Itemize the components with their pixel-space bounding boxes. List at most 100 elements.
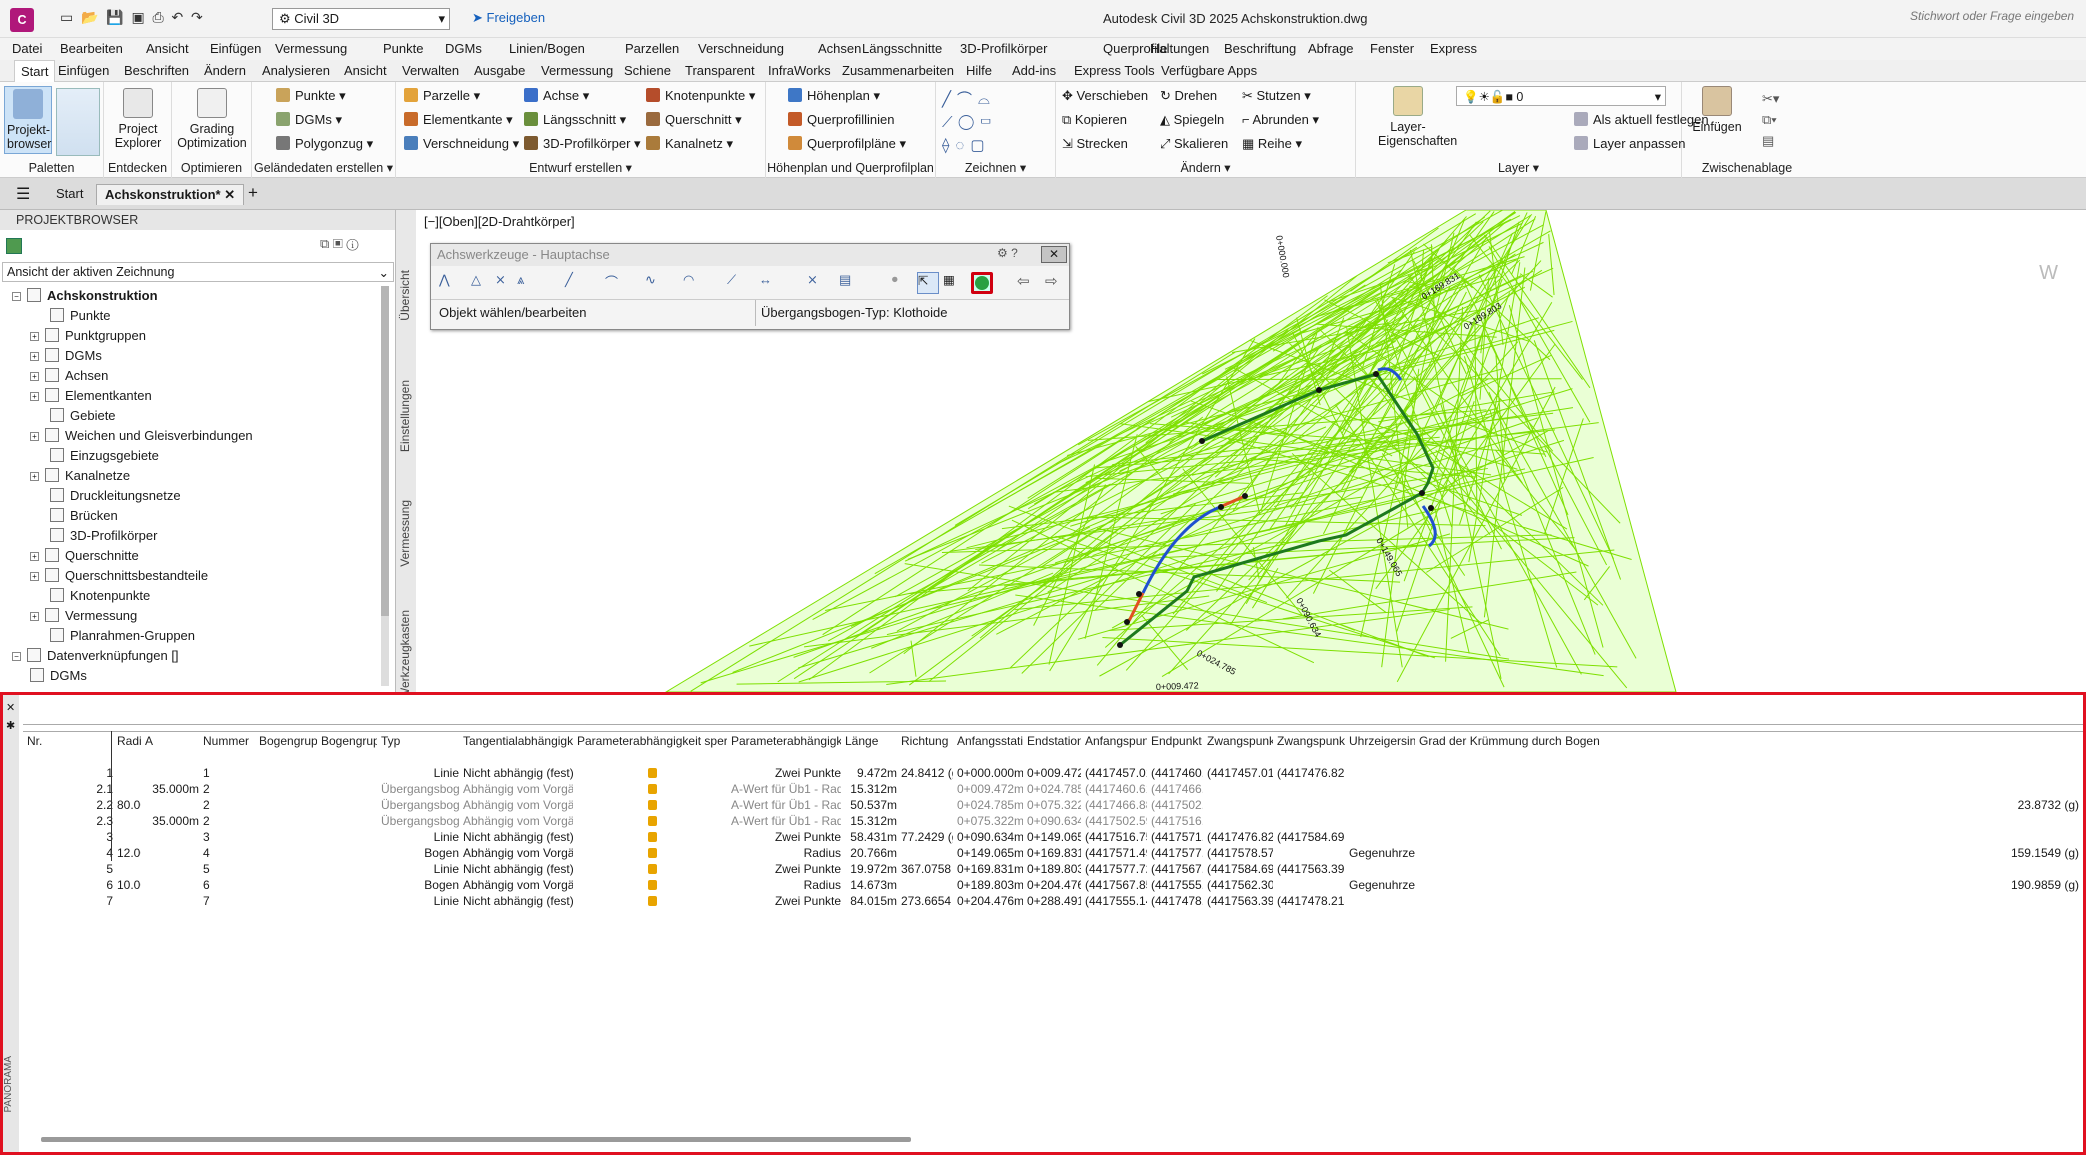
- ribbon-tab[interactable]: Add-ins: [1012, 63, 1056, 78]
- tree-item[interactable]: Planrahmen-Gruppen: [0, 626, 380, 646]
- table-cell[interactable]: [117, 781, 141, 797]
- menu-item[interactable]: Ansicht: [146, 41, 189, 56]
- tree-item[interactable]: + Punktgruppen: [0, 326, 380, 346]
- ribbon-tab[interactable]: Ändern: [204, 63, 246, 78]
- table-cell[interactable]: Radius: [731, 845, 841, 861]
- table-cell[interactable]: 7: [27, 893, 113, 909]
- table-cell[interactable]: [1277, 813, 1345, 829]
- table-cell[interactable]: 0+204.476m: [1027, 877, 1081, 893]
- profile-view-button[interactable]: Höhenplan ▾: [788, 88, 880, 104]
- table-cell[interactable]: 0+000.000m: [957, 765, 1023, 781]
- table-cell[interactable]: [1349, 813, 1415, 829]
- menu-item[interactable]: Bearbeiten: [60, 41, 123, 56]
- ribbon-points-button[interactable]: Punkte ▾: [276, 88, 346, 104]
- panel-title-entwurf[interactable]: Entwurf erstellen ▾: [396, 160, 765, 175]
- clipboard-tools[interactable]: ✂▾ ⧉▾ ▤: [1762, 88, 1792, 152]
- menu-item[interactable]: Achsen: [818, 41, 861, 56]
- fixed-spiral-icon[interactable]: ∿: [645, 272, 667, 294]
- column-header[interactable]: Länge: [845, 733, 897, 749]
- alignment-grid-view-icon[interactable]: [971, 272, 993, 294]
- table-cell[interactable]: 0+169.831m: [957, 861, 1023, 877]
- menu-item[interactable]: DGMs: [445, 41, 482, 56]
- lock-icon[interactable]: [577, 861, 727, 877]
- lock-icon[interactable]: [577, 781, 727, 797]
- table-cell[interactable]: 0+009.472m: [957, 781, 1023, 797]
- table-cell[interactable]: 2: [203, 797, 255, 813]
- table-cell[interactable]: A-Wert für Üb1 - Radius - A...: [731, 797, 841, 813]
- table-cell[interactable]: (4417476.827m,...: [1277, 765, 1345, 781]
- table-cell[interactable]: [259, 813, 317, 829]
- ribbon-tab[interactable]: Ausgabe: [474, 63, 525, 78]
- column-header[interactable]: Bogengruppe ...: [259, 733, 317, 749]
- edit-best-fit-icon[interactable]: ▤: [839, 272, 861, 294]
- table-cell[interactable]: 50.537m: [845, 797, 897, 813]
- column-header[interactable]: Nr.: [27, 733, 113, 749]
- menu-item[interactable]: Linien/Bogen: [509, 41, 585, 56]
- table-cell[interactable]: [1349, 829, 1415, 845]
- table-cell[interactable]: [1277, 781, 1345, 797]
- table-cell[interactable]: (4417577.728...: [1085, 861, 1147, 877]
- table-cell[interactable]: Übergangsbogen-B...: [381, 781, 459, 797]
- menu-item[interactable]: Fenster: [1370, 41, 1414, 56]
- table-cell[interactable]: [259, 765, 317, 781]
- table-cell[interactable]: [117, 813, 141, 829]
- ribbon-tab[interactable]: Express Tools: [1074, 63, 1155, 78]
- table-cell[interactable]: [1419, 893, 2079, 909]
- table-cell[interactable]: Linie: [381, 765, 459, 781]
- table-cell[interactable]: Übergangsbogen-B...: [381, 813, 459, 829]
- close-icon[interactable]: ✕: [6, 701, 15, 714]
- table-cell[interactable]: 0+009.472m: [1027, 765, 1081, 781]
- table-cell[interactable]: 80.000m: [117, 797, 141, 813]
- table-cell[interactable]: Abhängig vom Vorgänger un...: [463, 797, 573, 813]
- table-cell[interactable]: Abhängig vom Vorgänger un...: [463, 781, 573, 797]
- table-cell[interactable]: [1349, 861, 1415, 877]
- rotate-button[interactable]: ↻ Drehen: [1160, 88, 1217, 104]
- lock-icon[interactable]: [577, 877, 727, 893]
- intersection-button[interactable]: Knotenpunkte ▾: [646, 88, 755, 104]
- ribbon-tab[interactable]: Einfügen: [58, 63, 109, 78]
- table-cell[interactable]: (4417502.598...: [1085, 813, 1147, 829]
- column-header[interactable]: Radius: [117, 733, 141, 749]
- tree-item[interactable]: + Elementkanten: [0, 386, 380, 406]
- break-apart-icon[interactable]: ⩓: [517, 272, 539, 294]
- insert-pi-icon[interactable]: △: [471, 272, 493, 294]
- table-cell[interactable]: [1277, 877, 1345, 893]
- table-cell[interactable]: 2.3: [27, 813, 113, 829]
- table-cell[interactable]: 10.000m: [117, 877, 141, 893]
- table-cell[interactable]: [117, 829, 141, 845]
- save-as-icon[interactable]: ▣: [131, 9, 144, 25]
- tree-item[interactable]: + Querschnitte: [0, 546, 380, 566]
- panel-title-layer[interactable]: Layer ▾: [1356, 160, 1681, 175]
- table-row[interactable]: 3 3 Linie Nicht abhängig (fest) Zwei Punkte 5…: [23, 829, 2083, 845]
- table-cell[interactable]: 0+169.831m: [1027, 845, 1081, 861]
- mirror-button[interactable]: ◭ Spiegeln: [1160, 112, 1224, 128]
- doc-tab-start[interactable]: Start: [48, 184, 91, 203]
- table-cell[interactable]: 0+204.476m: [957, 893, 1023, 909]
- table-cell[interactable]: A-Wert für Üb1 - Radius - A...: [731, 813, 841, 829]
- table-row[interactable]: 2.1 35.000m2 Übergangsbogen-B...Abhängig v…: [23, 781, 2083, 797]
- ribbon-tab[interactable]: Vermessung: [541, 63, 613, 78]
- ribbon-traverse-button[interactable]: Polygonzug ▾: [276, 136, 373, 152]
- table-cell[interactable]: (4417502.5...: [1151, 797, 1203, 813]
- table-cell[interactable]: 0+189.803m: [957, 877, 1023, 893]
- table-cell[interactable]: 0+024.785m: [957, 797, 1023, 813]
- column-header[interactable]: Richtung: [901, 733, 953, 749]
- table-cell[interactable]: 3: [203, 829, 255, 845]
- table-cell[interactable]: (4417466.8...: [1151, 781, 1203, 797]
- feature-line-button[interactable]: Elementkante ▾: [404, 112, 513, 128]
- table-cell[interactable]: 19.972m: [845, 861, 897, 877]
- table-cell[interactable]: Bogen: [381, 877, 459, 893]
- column-header[interactable]: Typ: [381, 733, 459, 749]
- table-cell[interactable]: 6: [27, 877, 113, 893]
- table-cell[interactable]: 35.000m: [145, 781, 199, 797]
- fillet-button[interactable]: ⌐ Abrunden ▾: [1242, 112, 1319, 128]
- ribbon-surfaces-button[interactable]: DGMs ▾: [276, 112, 342, 128]
- table-cell[interactable]: [1419, 765, 2079, 781]
- table-cell[interactable]: [901, 781, 953, 797]
- tree-item[interactable]: + Kanalnetze: [0, 466, 380, 486]
- table-cell[interactable]: 2.1: [27, 781, 113, 797]
- expand-icon[interactable]: +: [30, 572, 39, 581]
- table-cell[interactable]: 1: [27, 765, 113, 781]
- scroll-thumb[interactable]: [381, 286, 389, 616]
- column-header[interactable]: Nummer: [203, 733, 255, 749]
